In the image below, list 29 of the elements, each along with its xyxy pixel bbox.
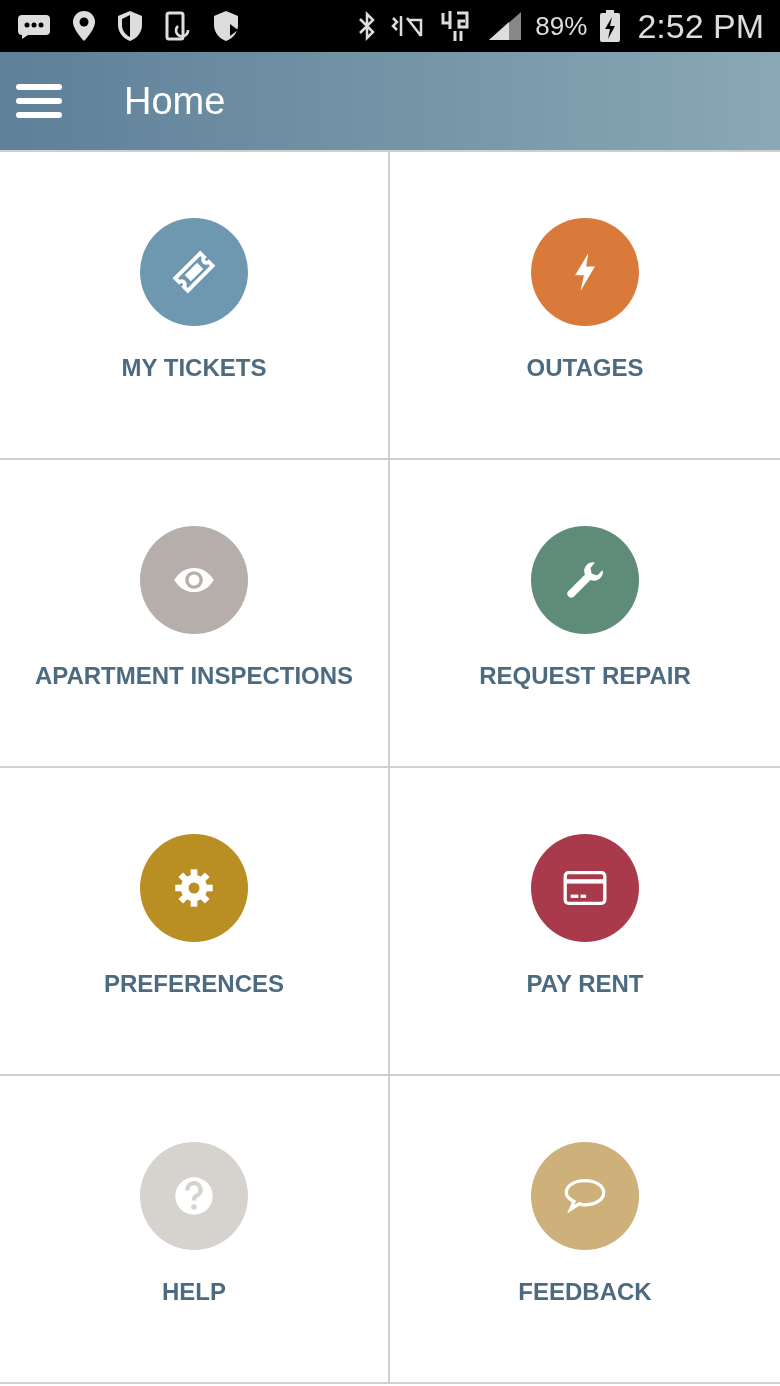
rotate-icon: [164, 10, 192, 42]
tile-label: OUTAGES: [526, 353, 644, 383]
menu-tile[interactable]: MY TICKETS: [0, 150, 390, 458]
page-title: Home: [124, 78, 226, 124]
menu-tile[interactable]: APARTMENT INSPECTIONS: [0, 458, 390, 766]
battery-charging-icon: [599, 9, 622, 43]
menu-tile[interactable]: REQUEST REPAIR: [390, 458, 780, 766]
tile-label: FEEDBACK: [518, 1277, 652, 1307]
tile-label: PREFERENCES: [103, 969, 284, 999]
menu-tile[interactable]: PREFERENCES: [0, 766, 390, 1074]
gear-icon: [172, 866, 216, 910]
menu-tile[interactable]: FEEDBACK: [390, 1074, 780, 1382]
battery-percent: 89%: [535, 9, 588, 43]
menu-button[interactable]: [16, 81, 64, 121]
question-icon: [172, 1174, 216, 1218]
tile-label: REQUEST REPAIR: [479, 661, 691, 691]
tile-label: HELP: [162, 1277, 226, 1307]
tile-label: APARTMENT INSPECTIONS: [34, 661, 354, 691]
menu-tile[interactable]: HELP: [0, 1074, 390, 1382]
tile-label: PAY RENT: [526, 969, 644, 999]
tile-label: MY TICKETS: [121, 353, 267, 383]
signal-icon: [487, 10, 524, 42]
menu-tile[interactable]: PAY RENT: [390, 766, 780, 1074]
clock: 2:52 PM: [637, 5, 764, 47]
ticket-icon: [172, 250, 216, 294]
shield-icon: [116, 10, 144, 42]
menu-tile[interactable]: OUTAGES: [390, 150, 780, 458]
location-icon: [72, 10, 96, 42]
message-icon: [16, 13, 52, 39]
